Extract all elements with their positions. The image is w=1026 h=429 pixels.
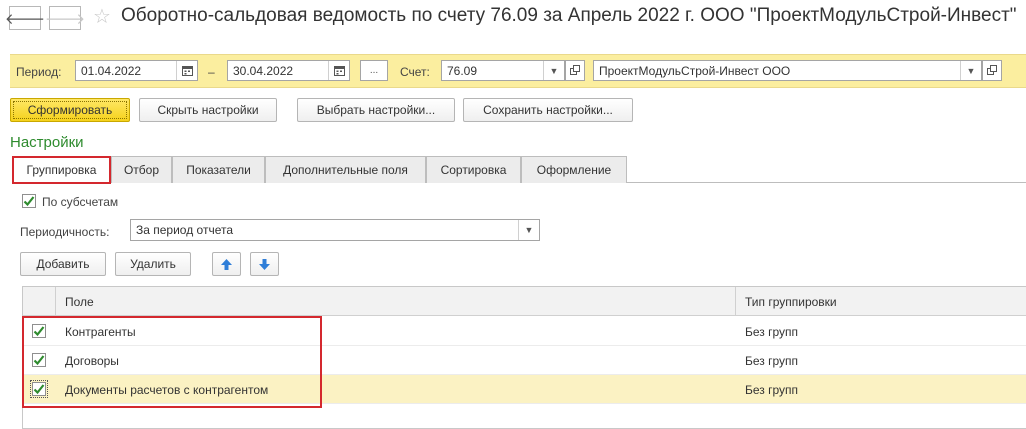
delete-button[interactable]: Удалить — [115, 252, 191, 276]
window-title: Оборотно-сальдовая ведомость по счету 76… — [121, 5, 1017, 26]
tab-filter[interactable]: Отбор — [111, 156, 172, 183]
periodicity-select[interactable]: За период отчета ▼ — [130, 219, 540, 241]
by-subaccounts-checkbox[interactable] — [22, 194, 36, 208]
table-header: Поле Тип группировки — [23, 287, 1026, 316]
checkmark-icon — [23, 196, 35, 207]
highlight-frame — [22, 316, 322, 408]
organization-field[interactable]: ПроектМодульСтрой-Инвест ООО ▼ — [593, 60, 982, 81]
choose-settings-button[interactable]: Выбрать настройки... — [297, 98, 455, 122]
arrow-left-icon: 🡐 — [4, 10, 46, 28]
date-from-field[interactable]: 01.04.2022 — [75, 60, 198, 81]
chevron-down-icon[interactable]: ▼ — [543, 61, 564, 80]
calendar-icon[interactable] — [176, 61, 197, 80]
date-from-value: 01.04.2022 — [81, 64, 142, 78]
chevron-down-icon[interactable]: ▼ — [960, 61, 981, 80]
save-settings-button[interactable]: Сохранить настройки... — [463, 98, 633, 122]
arrow-up-icon — [221, 258, 232, 270]
star-icon[interactable]: ☆ — [93, 7, 111, 27]
settings-title: Настройки — [10, 134, 84, 151]
account-label: Счет: — [400, 65, 430, 79]
column-header-field[interactable]: Поле — [65, 295, 94, 309]
add-button[interactable]: Добавить — [20, 252, 106, 276]
tab-grouping[interactable]: Группировка — [12, 156, 111, 184]
arrow-right-icon: 🡒 — [44, 10, 86, 28]
column-header-group-type[interactable]: Тип группировки — [745, 295, 837, 309]
period-dash: – — [208, 65, 215, 79]
tab-appearance[interactable]: Оформление — [521, 156, 627, 183]
row-group-type[interactable]: Без групп — [745, 325, 798, 339]
calendar-icon[interactable] — [328, 61, 349, 80]
periodicity-label: Периодичность: — [20, 225, 110, 239]
tab-sorting[interactable]: Сортировка — [426, 156, 521, 183]
forward-button[interactable]: 🡒 — [45, 6, 85, 30]
organization-value: ПроектМодульСтрой-Инвест ООО — [599, 64, 791, 78]
hide-settings-button[interactable]: Скрыть настройки — [139, 98, 277, 122]
chevron-down-icon[interactable]: ▼ — [518, 220, 539, 240]
row-group-type[interactable]: Без групп — [745, 354, 798, 368]
period-select-button[interactable]: ... — [360, 60, 388, 81]
periodicity-value: За период отчета — [136, 223, 234, 237]
arrow-down-icon — [259, 258, 270, 270]
generate-button[interactable]: Сформировать — [10, 98, 130, 122]
period-label: Период: — [16, 65, 62, 79]
move-down-button[interactable] — [250, 252, 279, 276]
row-group-type[interactable]: Без групп — [745, 383, 798, 397]
account-field[interactable]: 76.09 ▼ — [441, 60, 565, 81]
tab-additional-fields[interactable]: Дополнительные поля — [265, 156, 426, 183]
open-organization-icon[interactable] — [982, 60, 1002, 81]
open-account-icon[interactable] — [565, 60, 585, 81]
account-value: 76.09 — [447, 64, 478, 78]
tab-indicators[interactable]: Показатели — [172, 156, 265, 183]
date-to-field[interactable]: 30.04.2022 — [227, 60, 350, 81]
by-subaccounts-label: По субсчетам — [42, 195, 119, 209]
move-up-button[interactable] — [212, 252, 241, 276]
date-to-value: 30.04.2022 — [233, 64, 294, 78]
back-button[interactable]: 🡐 — [5, 6, 45, 30]
